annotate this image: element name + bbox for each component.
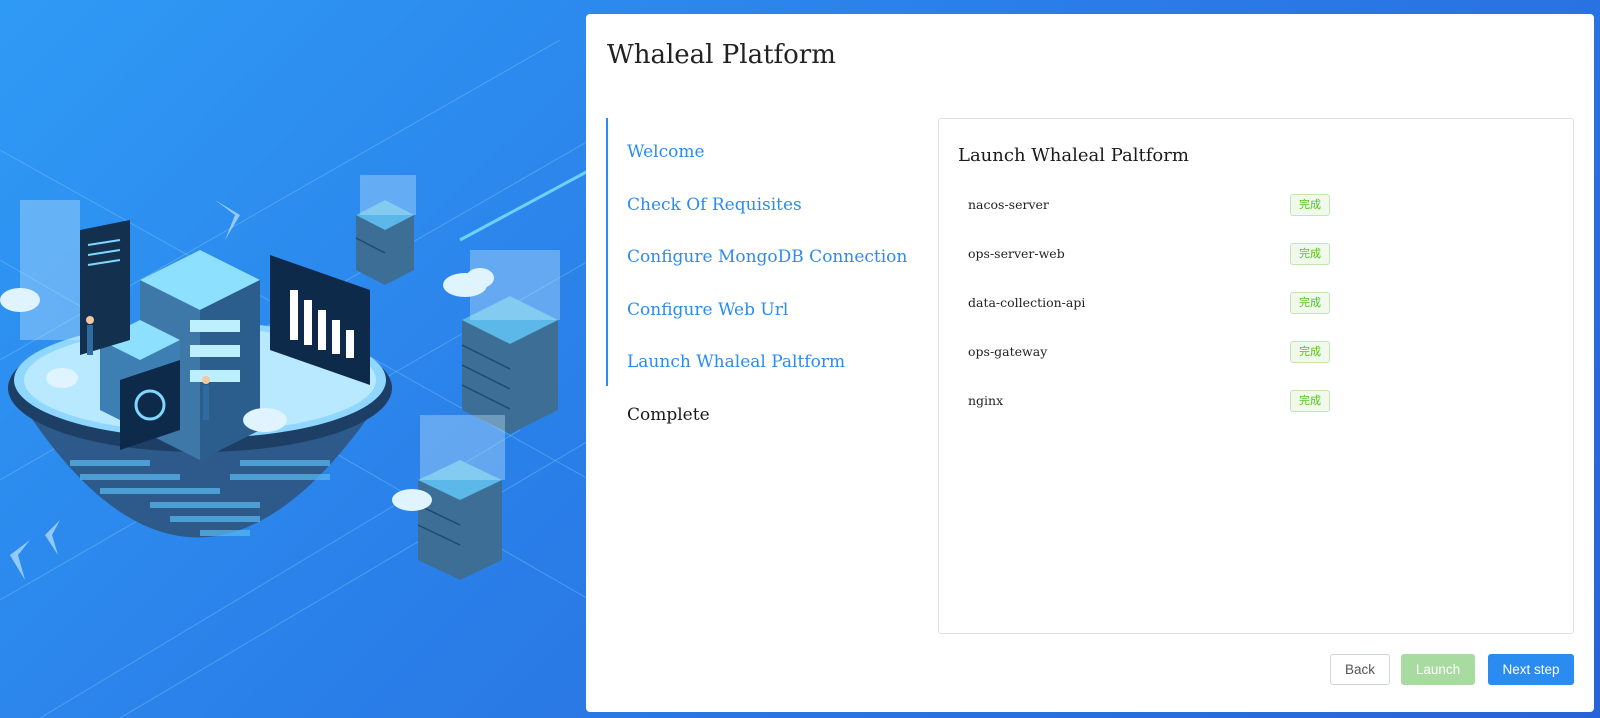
hero-illustration bbox=[0, 0, 590, 718]
service-name: nacos-server bbox=[968, 197, 1049, 212]
next-step-button[interactable]: Next step bbox=[1488, 654, 1574, 685]
service-row-nginx: nginx 完成 bbox=[968, 390, 1548, 414]
service-name: nginx bbox=[968, 393, 1004, 408]
service-row-ops-gateway: ops-gateway 完成 bbox=[968, 341, 1548, 365]
status-badge: 完成 bbox=[1290, 390, 1330, 412]
page-title: Whaleal Platform bbox=[607, 40, 836, 70]
steps-progress-rail bbox=[606, 118, 608, 386]
isometric-data-center-illustration-icon bbox=[0, 39, 590, 718]
launch-button[interactable]: Launch bbox=[1401, 654, 1475, 685]
service-row-ops-server-web: ops-server-web 完成 bbox=[968, 243, 1548, 267]
step-configure-mongodb[interactable]: Configure MongoDB Connection bbox=[627, 247, 907, 267]
step-check-requisites[interactable]: Check Of Requisites bbox=[627, 195, 802, 215]
back-button[interactable]: Back bbox=[1330, 654, 1390, 685]
launch-panel: Launch Whaleal Paltform nacos-server 完成 … bbox=[938, 118, 1574, 634]
step-launch-platform[interactable]: Launch Whaleal Paltform bbox=[627, 352, 845, 372]
panel-title: Launch Whaleal Paltform bbox=[958, 145, 1189, 166]
status-badge: 完成 bbox=[1290, 341, 1330, 363]
service-name: ops-server-web bbox=[968, 246, 1065, 261]
service-row-data-collection-api: data-collection-api 完成 bbox=[968, 292, 1548, 316]
setup-wizard-card: Whaleal Platform Welcome Check Of Requis… bbox=[586, 14, 1594, 712]
wizard-steps: Welcome Check Of Requisites Configure Mo… bbox=[606, 118, 907, 518]
status-badge: 完成 bbox=[1290, 194, 1330, 216]
service-row-nacos-server: nacos-server 完成 bbox=[968, 194, 1548, 218]
status-badge: 完成 bbox=[1290, 243, 1330, 265]
step-welcome[interactable]: Welcome bbox=[627, 142, 705, 162]
step-configure-web-url[interactable]: Configure Web Url bbox=[627, 300, 788, 320]
status-badge: 完成 bbox=[1290, 292, 1330, 314]
service-name: data-collection-api bbox=[968, 295, 1086, 310]
step-complete[interactable]: Complete bbox=[627, 405, 710, 425]
service-name: ops-gateway bbox=[968, 344, 1048, 359]
